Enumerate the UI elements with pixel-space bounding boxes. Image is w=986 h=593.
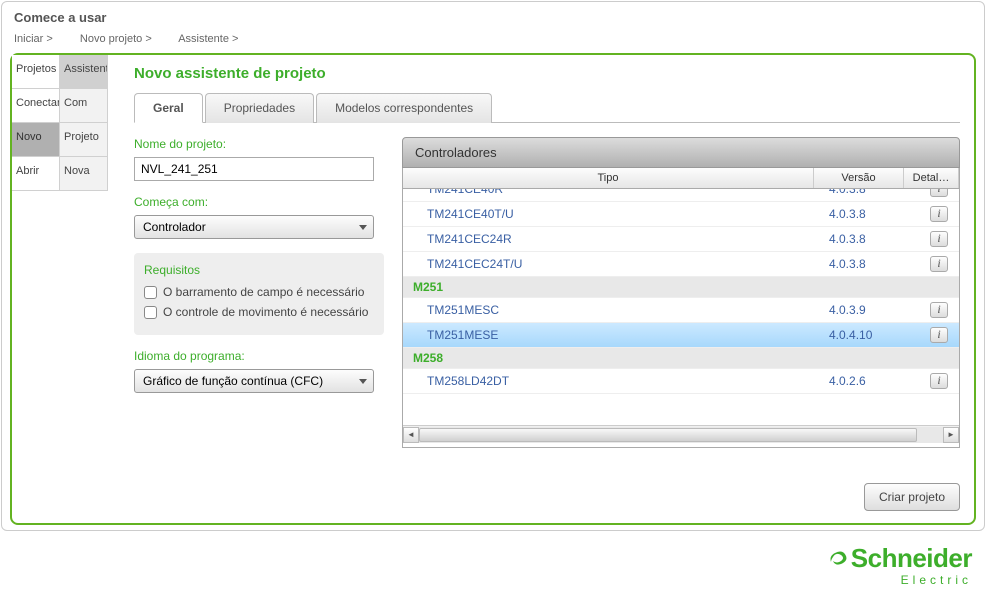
language-select[interactable]: Gráfico de função contínua (CFC) (134, 369, 374, 393)
req-fieldbus-checkbox[interactable]: O barramento de campo é necessário (144, 285, 374, 299)
controller-row[interactable]: TM241CE40R4.0.3.8 i (403, 189, 959, 202)
info-icon[interactable]: i (930, 327, 948, 343)
controller-version: 4.0.4.10 (829, 328, 919, 342)
controller-version: 4.0.3.8 (829, 207, 919, 221)
controller-version: 4.0.3.8 (829, 189, 919, 196)
subtab-com[interactable]: Com (60, 89, 108, 123)
info-icon[interactable]: i (930, 302, 948, 318)
col-versao[interactable]: Versão (814, 168, 904, 188)
controller-detail-cell: i (919, 206, 959, 222)
info-icon[interactable]: i (930, 231, 948, 247)
requirements-label: Requisitos (144, 263, 374, 277)
controller-detail-cell: i (919, 256, 959, 272)
info-icon[interactable]: i (930, 256, 948, 272)
req-fieldbus-label: O barramento de campo é necessário (163, 285, 364, 299)
controller-type: TM241CE40T/U (403, 207, 829, 221)
controllers-panel: Controladores Tipo Versão Detal… TM241CE… (402, 137, 960, 448)
controller-type: TM241CEC24R (403, 232, 829, 246)
subtab-nova[interactable]: Nova (60, 157, 108, 191)
controller-detail-cell: i (919, 373, 959, 389)
controller-version: 4.0.3.9 (829, 303, 919, 317)
left-tab-col-1: Projetos Conectar Novo Abrir (12, 55, 60, 523)
breadcrumb: Iniciar > Novo projeto > Assistente > (2, 29, 984, 53)
project-name-input[interactable] (134, 157, 374, 181)
tab-abrir[interactable]: Abrir (12, 157, 60, 191)
controller-type: TM251MESE (403, 328, 829, 342)
grid-group-row: M251 (403, 277, 959, 298)
controller-detail-cell: i (919, 231, 959, 247)
controllers-header: Controladores (402, 137, 960, 168)
left-tab-col-2: Assistente Com Projeto Nova (60, 55, 108, 523)
req-motion-checkbox[interactable]: O controle de movimento é necessário (144, 305, 374, 319)
grid-group-row: M258 (403, 348, 959, 369)
schneider-logo: Schneider Electric (827, 543, 972, 587)
info-icon[interactable]: i (930, 206, 948, 222)
horizontal-tabs: Geral Propriedades Modelos correspondent… (134, 92, 960, 123)
checkbox-icon (144, 286, 157, 299)
project-name-label: Nome do projeto: (134, 137, 384, 151)
starts-with-label: Começa com: (134, 195, 384, 209)
controller-row[interactable]: TM241CEC24T/U4.0.3.8 i (403, 252, 959, 277)
scroll-thumb[interactable] (419, 428, 917, 442)
language-value: Gráfico de função contínua (CFC) (143, 374, 323, 388)
tab-conectar[interactable]: Conectar (12, 89, 60, 123)
controller-row[interactable]: TM258LD42DT4.0.2.6 i (403, 369, 959, 394)
main-area: Novo assistente de projeto Geral Proprie… (120, 55, 974, 523)
left-tab-container: Projetos Conectar Novo Abrir Assistente … (12, 55, 120, 523)
controller-row[interactable]: TM241CE40T/U4.0.3.8 i (403, 202, 959, 227)
tab-projetos[interactable]: Projetos (12, 55, 60, 89)
horizontal-scrollbar[interactable]: ◄ ► (403, 425, 959, 443)
subtab-assistente[interactable]: Assistente (60, 55, 108, 89)
form-column: Nome do projeto: Começa com: Controlador… (134, 137, 384, 448)
logo-brand: Schneider (827, 543, 972, 577)
req-motion-label: O controle de movimento é necessário (163, 305, 368, 319)
tab-propriedades[interactable]: Propriedades (205, 93, 314, 123)
col-detalhes[interactable]: Detal… (904, 168, 959, 188)
starts-with-value: Controlador (143, 220, 206, 234)
controller-detail-cell: i (919, 189, 959, 197)
starts-with-select[interactable]: Controlador (134, 215, 374, 239)
controllers-grid: Tipo Versão Detal… TM241CE40R4.0.3.8iTM2… (402, 168, 960, 448)
grid-body[interactable]: TM241CE40R4.0.3.8iTM241CE40T/U4.0.3.8iTM… (403, 189, 959, 425)
requirements-box: Requisitos O barramento de campo é neces… (134, 253, 384, 335)
tab-geral[interactable]: Geral (134, 93, 203, 123)
controller-detail-cell: i (919, 302, 959, 318)
breadcrumb-item[interactable]: Novo projeto > (80, 33, 152, 45)
grid-columns: Tipo Versão Detal… (403, 168, 959, 189)
controller-row[interactable]: TM251MESC4.0.3.9 i (403, 298, 959, 323)
controller-version: 4.0.3.8 (829, 257, 919, 271)
controller-type: TM241CEC24T/U (403, 257, 829, 271)
controller-version: 4.0.3.8 (829, 232, 919, 246)
tab-novo[interactable]: Novo (12, 123, 60, 157)
col-tipo[interactable]: Tipo (403, 168, 814, 188)
controller-type: TM251MESC (403, 303, 829, 317)
checkbox-icon (144, 306, 157, 319)
controller-type: TM241CE40R (403, 189, 829, 196)
subtab-projeto[interactable]: Projeto (60, 123, 108, 157)
controller-detail-cell: i (919, 327, 959, 343)
breadcrumb-item[interactable]: Iniciar > (14, 33, 53, 45)
main-frame: Projetos Conectar Novo Abrir Assistente … (10, 53, 976, 525)
info-icon[interactable]: i (930, 189, 948, 197)
tab-modelos[interactable]: Modelos correspondentes (316, 93, 492, 123)
scroll-left-icon[interactable]: ◄ (403, 427, 419, 443)
create-project-button[interactable]: Criar projeto (864, 483, 960, 511)
controller-row[interactable]: TM251MESE4.0.4.10 i (403, 323, 959, 348)
app-window: Comece a usar Iniciar > Novo projeto > A… (1, 1, 985, 531)
controller-row[interactable]: TM241CEC24R4.0.3.8 i (403, 227, 959, 252)
scroll-track[interactable] (419, 427, 943, 443)
info-icon[interactable]: i (930, 373, 948, 389)
language-label: Idioma do programa: (134, 349, 384, 363)
header: Comece a usar (2, 2, 984, 29)
controller-version: 4.0.2.6 (829, 374, 919, 388)
controller-type: TM258LD42DT (403, 374, 829, 388)
logo-swirl-icon (827, 546, 849, 577)
header-title: Comece a usar (14, 10, 972, 25)
breadcrumb-item[interactable]: Assistente > (178, 33, 238, 45)
scroll-right-icon[interactable]: ► (943, 427, 959, 443)
wizard-title: Novo assistente de projeto (134, 65, 960, 82)
tab-content: Nome do projeto: Começa com: Controlador… (134, 123, 960, 448)
